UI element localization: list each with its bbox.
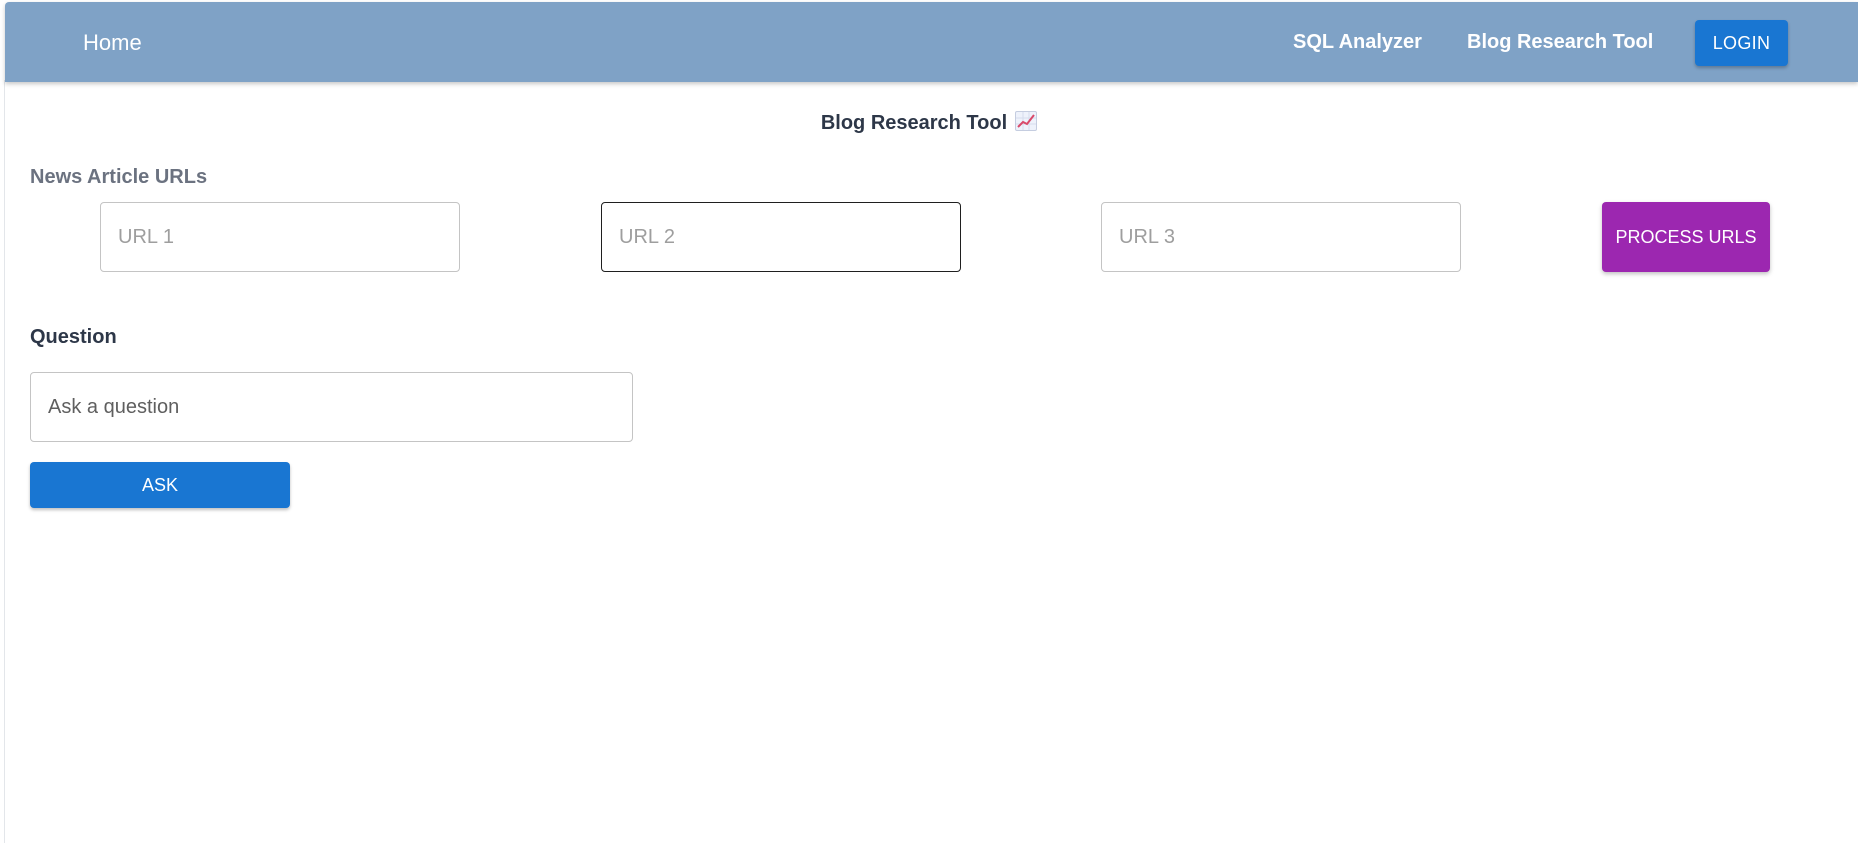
process-urls-button[interactable]: PROCESS URLS [1602, 202, 1770, 272]
page-title-row: Blog Research Tool [0, 111, 1858, 135]
url-3-input[interactable] [1101, 202, 1461, 272]
chart-increasing-icon [1015, 111, 1038, 131]
question-section-label: Question [30, 326, 117, 348]
url-2-input[interactable] [601, 202, 961, 272]
login-button[interactable]: LOGIN [1695, 20, 1788, 66]
top-navbar: Home SQL Analyzer Blog Research Tool LOG… [5, 2, 1858, 82]
nav-link-blog-research-tool[interactable]: Blog Research Tool [1467, 31, 1653, 54]
nav-link-sql-analyzer[interactable]: SQL Analyzer [1293, 31, 1422, 54]
question-input[interactable] [30, 372, 633, 442]
page-title: Blog Research Tool [820, 112, 1008, 134]
url-1-input[interactable] [100, 202, 460, 272]
ask-button[interactable]: ASK [30, 462, 290, 508]
urls-section-label: News Article URLs [30, 166, 208, 188]
page-border [4, 80, 5, 843]
page: Home SQL Analyzer Blog Research Tool LOG… [0, 0, 1858, 843]
nav-home-link[interactable]: Home [83, 30, 142, 56]
